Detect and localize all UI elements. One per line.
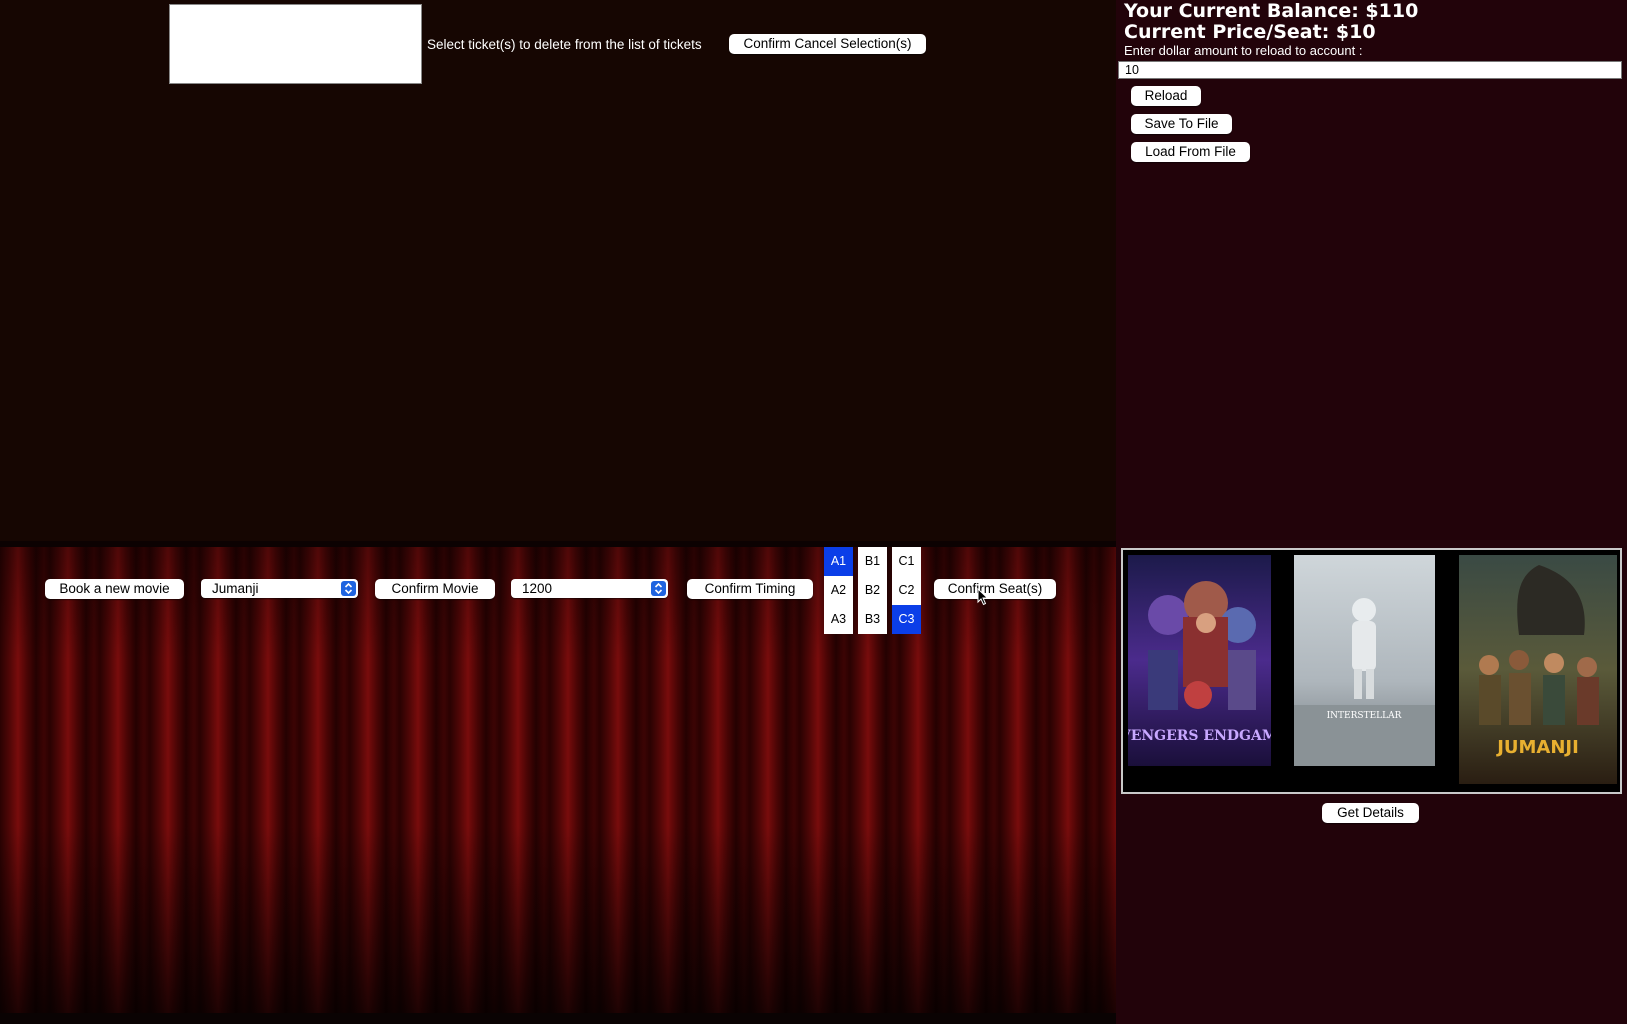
seat-a1[interactable]: A1 — [824, 547, 853, 576]
endgame-title: AVENGERS ENDGAME — [1128, 728, 1271, 744]
select-stepper-icon — [651, 581, 666, 596]
seat-b3[interactable]: B3 — [858, 605, 887, 634]
movie-select-value: Jumanji — [212, 581, 259, 596]
jumanji-title: JUMANJI — [1495, 737, 1579, 758]
movie-select[interactable]: Jumanji — [201, 579, 358, 598]
curtain-background — [0, 541, 1116, 1015]
seat-c1[interactable]: C1 — [892, 547, 921, 576]
save-to-file-button[interactable]: Save To File — [1131, 114, 1232, 134]
book-new-movie-button[interactable]: Book a new movie — [45, 579, 184, 599]
curtain-bottom-edge — [0, 1013, 1116, 1024]
interstellar-poster[interactable]: INTERSTELLAR — [1294, 555, 1435, 766]
confirm-seats-button[interactable]: Confirm Seat(s) — [934, 579, 1056, 599]
confirm-cancel-button[interactable]: Confirm Cancel Selection(s) — [729, 34, 926, 54]
movie-posters-panel: AVENGERS ENDGAME INTERSTELLAR — [1121, 548, 1622, 794]
jumanji-poster[interactable]: JUMANJI — [1459, 555, 1617, 784]
curtain-top-edge — [0, 541, 1116, 547]
seat-c3[interactable]: C3 — [892, 605, 921, 634]
load-from-file-button[interactable]: Load From File — [1131, 142, 1250, 162]
get-details-button[interactable]: Get Details — [1322, 803, 1419, 823]
balance-label: Your Current Balance: $110 — [1124, 0, 1419, 22]
reload-amount-input[interactable] — [1118, 61, 1622, 79]
select-stepper-icon — [341, 581, 356, 596]
seat-c2[interactable]: C2 — [892, 576, 921, 605]
mouse-cursor-icon — [977, 588, 989, 606]
timing-select[interactable]: 1200 — [511, 579, 668, 598]
cancel-instructions: Select ticket(s) to delete from the list… — [427, 37, 702, 52]
seat-a3[interactable]: A3 — [824, 605, 853, 634]
confirm-movie-button[interactable]: Confirm Movie — [375, 579, 495, 599]
reload-prompt: Enter dollar amount to reload to account… — [1124, 43, 1363, 58]
timing-select-value: 1200 — [522, 581, 553, 596]
interstellar-title: INTERSTELLAR — [1327, 711, 1402, 721]
seat-b2[interactable]: B2 — [858, 576, 887, 605]
ticket-list[interactable] — [169, 4, 422, 84]
price-label: Current Price/Seat: $10 — [1124, 21, 1376, 43]
confirm-timing-button[interactable]: Confirm Timing — [687, 579, 813, 599]
reload-button[interactable]: Reload — [1131, 86, 1201, 106]
avengers-endgame-poster[interactable]: AVENGERS ENDGAME — [1128, 555, 1271, 766]
seat-b1[interactable]: B1 — [858, 547, 887, 576]
seat-a2[interactable]: A2 — [824, 576, 853, 605]
